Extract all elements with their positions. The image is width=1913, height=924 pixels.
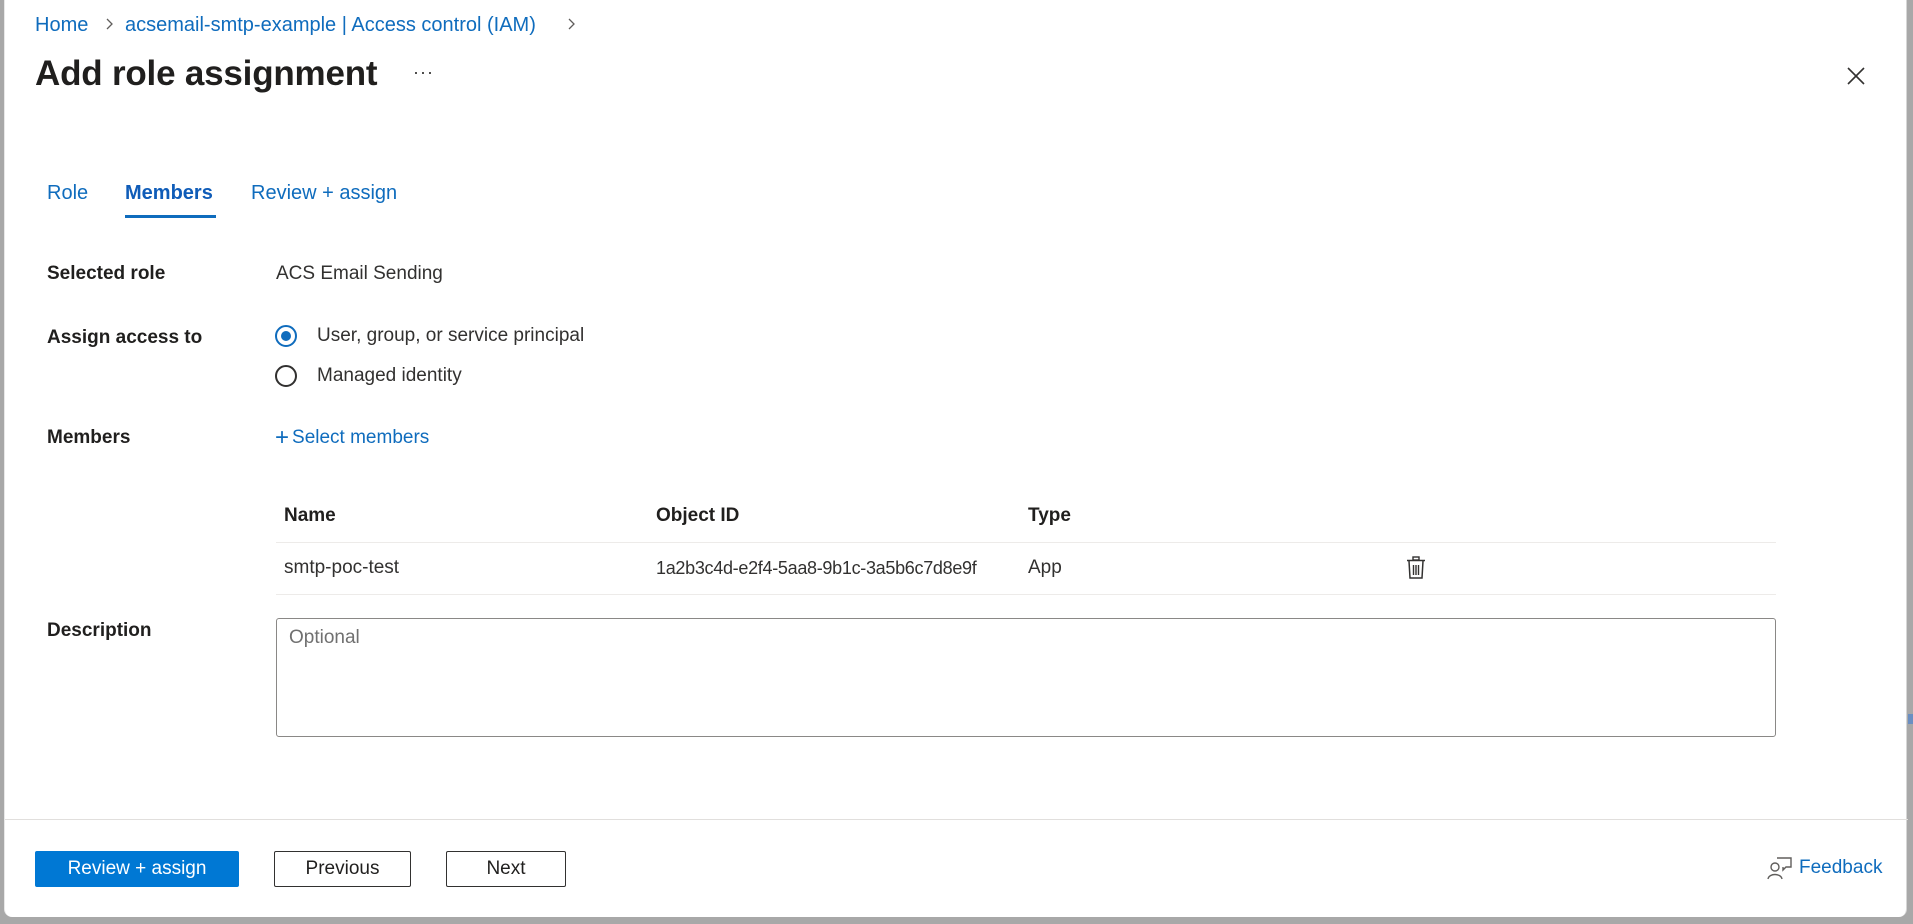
chevron-right-icon: [106, 18, 113, 30]
tab-role[interactable]: Role: [47, 179, 88, 207]
breadcrumb-home[interactable]: Home: [35, 12, 88, 38]
selected-role-label: Selected role: [47, 263, 166, 284]
member-object-id: 1a2b3c4d-e2f4-5aa8-9b1c-3a5b6c7d8e9f: [656, 558, 977, 578]
description-input[interactable]: [276, 618, 1776, 737]
breadcrumb-iam[interactable]: acsemail-smtp-example | Access control (…: [125, 12, 536, 38]
chevron-right-icon: [568, 18, 575, 30]
tab-review-assign[interactable]: Review + assign: [251, 179, 397, 207]
next-button[interactable]: Next: [446, 851, 566, 887]
review-assign-button[interactable]: Review + assign: [35, 851, 239, 887]
select-members-label: Select members: [292, 427, 430, 448]
description-label: Description: [47, 620, 152, 641]
member-type: App: [1028, 557, 1062, 578]
members-label: Members: [47, 427, 131, 448]
background-edge-fragment: [1908, 714, 1913, 724]
column-header-name: Name: [284, 505, 336, 526]
radio-user-group-sp[interactable]: [275, 325, 297, 347]
active-tab-indicator: [125, 215, 216, 218]
assign-access-label: Assign access to: [47, 327, 203, 348]
member-name: smtp-poc-test: [284, 557, 400, 578]
selected-role-value: ACS Email Sending: [276, 263, 443, 284]
feedback-link[interactable]: Feedback: [1767, 855, 1882, 881]
close-icon[interactable]: [1843, 63, 1869, 89]
page-title: Add role assignment: [35, 54, 378, 93]
radio-managed-identity[interactable]: [275, 365, 297, 387]
plus-icon: +: [275, 424, 290, 451]
table-divider: [276, 542, 1776, 543]
tab-members[interactable]: Members: [125, 179, 213, 207]
column-header-object-id: Object ID: [656, 505, 740, 526]
radio-user-group-sp-label[interactable]: User, group, or service principal: [317, 323, 584, 349]
previous-button[interactable]: Previous: [274, 851, 411, 887]
radio-managed-identity-label[interactable]: Managed identity: [317, 363, 462, 389]
trash-icon[interactable]: [1405, 555, 1427, 581]
add-role-assignment-panel: Home acsemail-smtp-example | Access cont…: [4, 0, 1908, 917]
footer-divider: [5, 819, 1908, 820]
table-divider: [276, 594, 1776, 595]
select-members-link[interactable]: + Select members: [275, 425, 429, 451]
feedback-label: Feedback: [1799, 857, 1883, 878]
column-header-type: Type: [1028, 505, 1071, 526]
more-options-button[interactable]: ···: [413, 62, 434, 83]
feedback-icon: [1767, 857, 1792, 880]
